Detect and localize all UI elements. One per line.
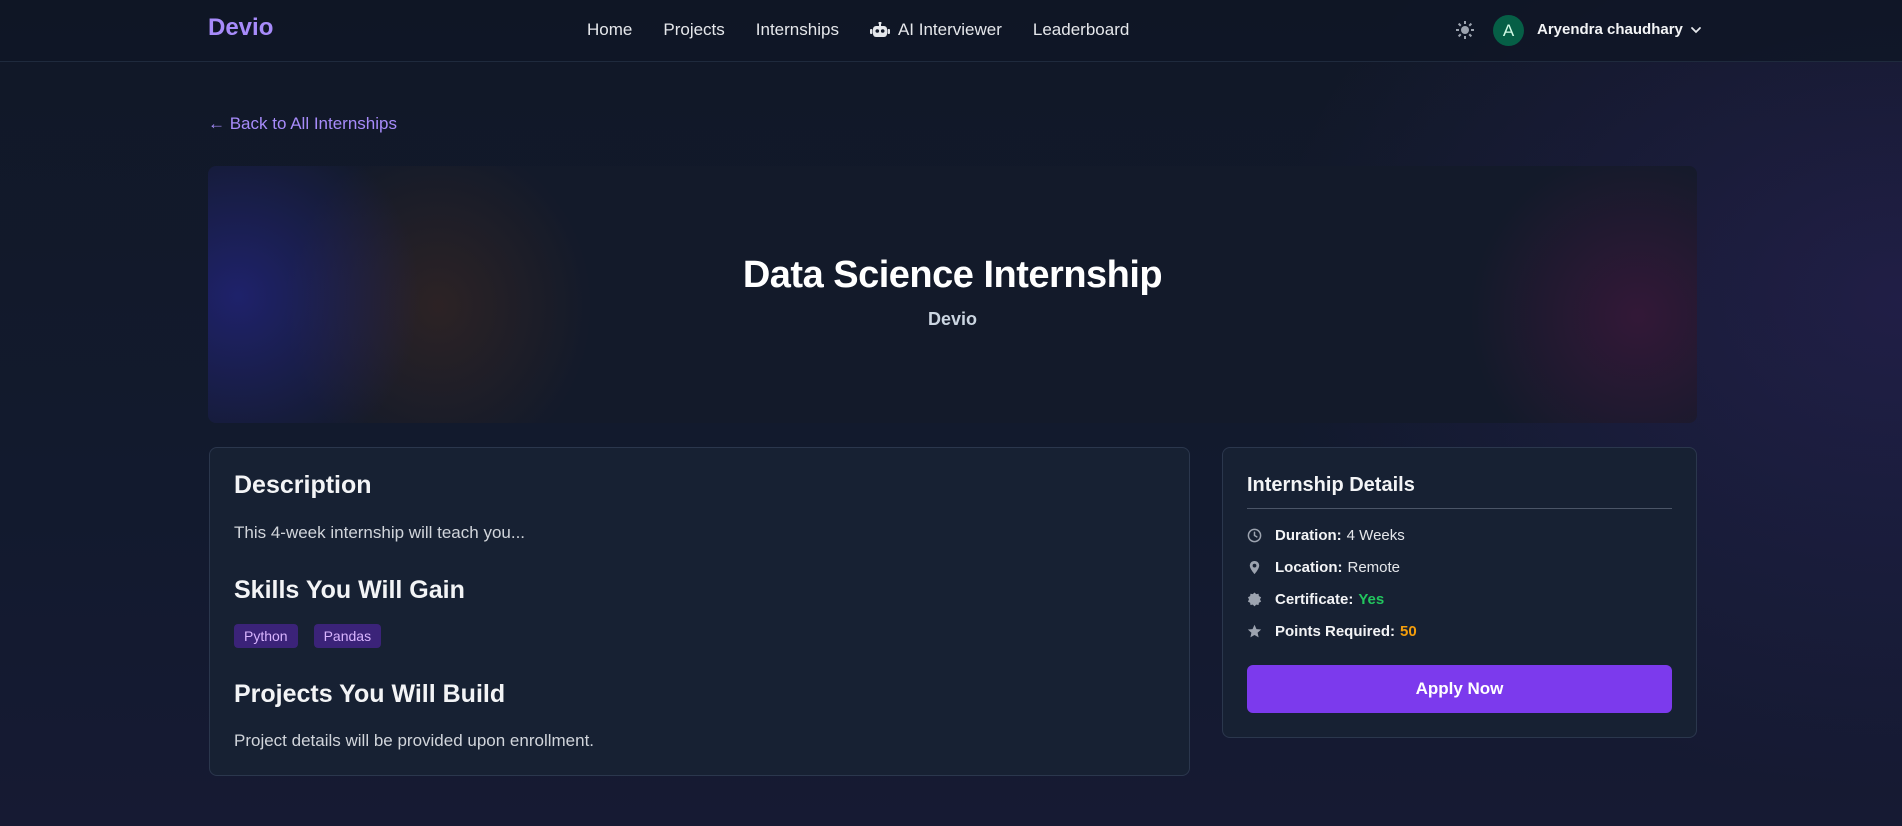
skills-heading: Skills You Will Gain <box>234 576 465 604</box>
internship-details-card: Internship Details Duration: 4 Weeks Loc… <box>1222 447 1697 738</box>
star-icon <box>1247 624 1262 638</box>
brand-logo[interactable]: Devio <box>208 14 273 42</box>
description-text: This 4-week internship will teach you... <box>234 523 526 542</box>
nav-link-leaderboard[interactable]: Leaderboard <box>1033 20 1129 40</box>
nav-link-projects[interactable]: Projects <box>663 20 724 40</box>
detail-value: Remote <box>1347 559 1401 576</box>
certificate-icon <box>1247 592 1262 607</box>
description-heading: Description <box>234 471 372 499</box>
robot-icon <box>869 21 890 37</box>
skill-chip: Pandas <box>313 624 382 648</box>
user-name: Aryendra chaudhary <box>1537 21 1683 38</box>
detail-points-required: Points Required: 50 <box>1247 623 1417 640</box>
nav-link-ai-interviewer[interactable]: AI Interviewer <box>869 20 1002 40</box>
detail-certificate: Certificate: Yes <box>1247 591 1384 608</box>
hero-banner: Data Science Internship Devio <box>208 166 1697 423</box>
details-heading: Internship Details <box>1247 474 1415 496</box>
page-title: Data Science Internship <box>742 254 1163 296</box>
apply-now-button[interactable]: Apply Now <box>1247 665 1672 713</box>
user-menu[interactable]: Aryendra chaudhary <box>1537 21 1702 38</box>
detail-value: 4 Weeks <box>1346 527 1405 544</box>
detail-label: Points Required: <box>1275 623 1396 640</box>
detail-label: Duration: <box>1275 527 1342 544</box>
detail-value: Yes <box>1358 591 1385 608</box>
top-navbar: Devio Home Projects Internships AI Inter… <box>0 0 1902 62</box>
nav-link-internships[interactable]: Internships <box>756 20 839 40</box>
company-name: Devio <box>927 309 978 329</box>
description-card: Description This 4-week internship will … <box>209 447 1190 776</box>
avatar[interactable]: A <box>1493 15 1524 46</box>
skills-list: Python Pandas <box>234 624 382 648</box>
sun-icon[interactable] <box>1455 20 1475 40</box>
location-pin-icon <box>1249 560 1260 575</box>
chevron-down-icon <box>1690 26 1701 33</box>
back-to-internships-link[interactable]: ← Back to All Internships <box>208 114 397 134</box>
projects-heading: Projects You Will Build <box>234 680 506 708</box>
projects-text: Project details will be provided upon en… <box>234 731 595 750</box>
nav-link-home[interactable]: Home <box>587 20 632 40</box>
clock-icon <box>1247 528 1262 543</box>
detail-label: Certificate: <box>1275 591 1354 608</box>
skill-chip: Python <box>234 624 298 648</box>
detail-duration: Duration: 4 Weeks <box>1247 527 1405 544</box>
detail-location: Location: Remote <box>1247 559 1400 576</box>
nav-link-label: AI Interviewer <box>897 20 1002 39</box>
detail-label: Location: <box>1275 559 1343 576</box>
detail-value: 50 <box>1400 623 1417 640</box>
nav-links: Home Projects Internships AI Interviewer… <box>587 20 1129 40</box>
divider <box>1247 508 1672 509</box>
